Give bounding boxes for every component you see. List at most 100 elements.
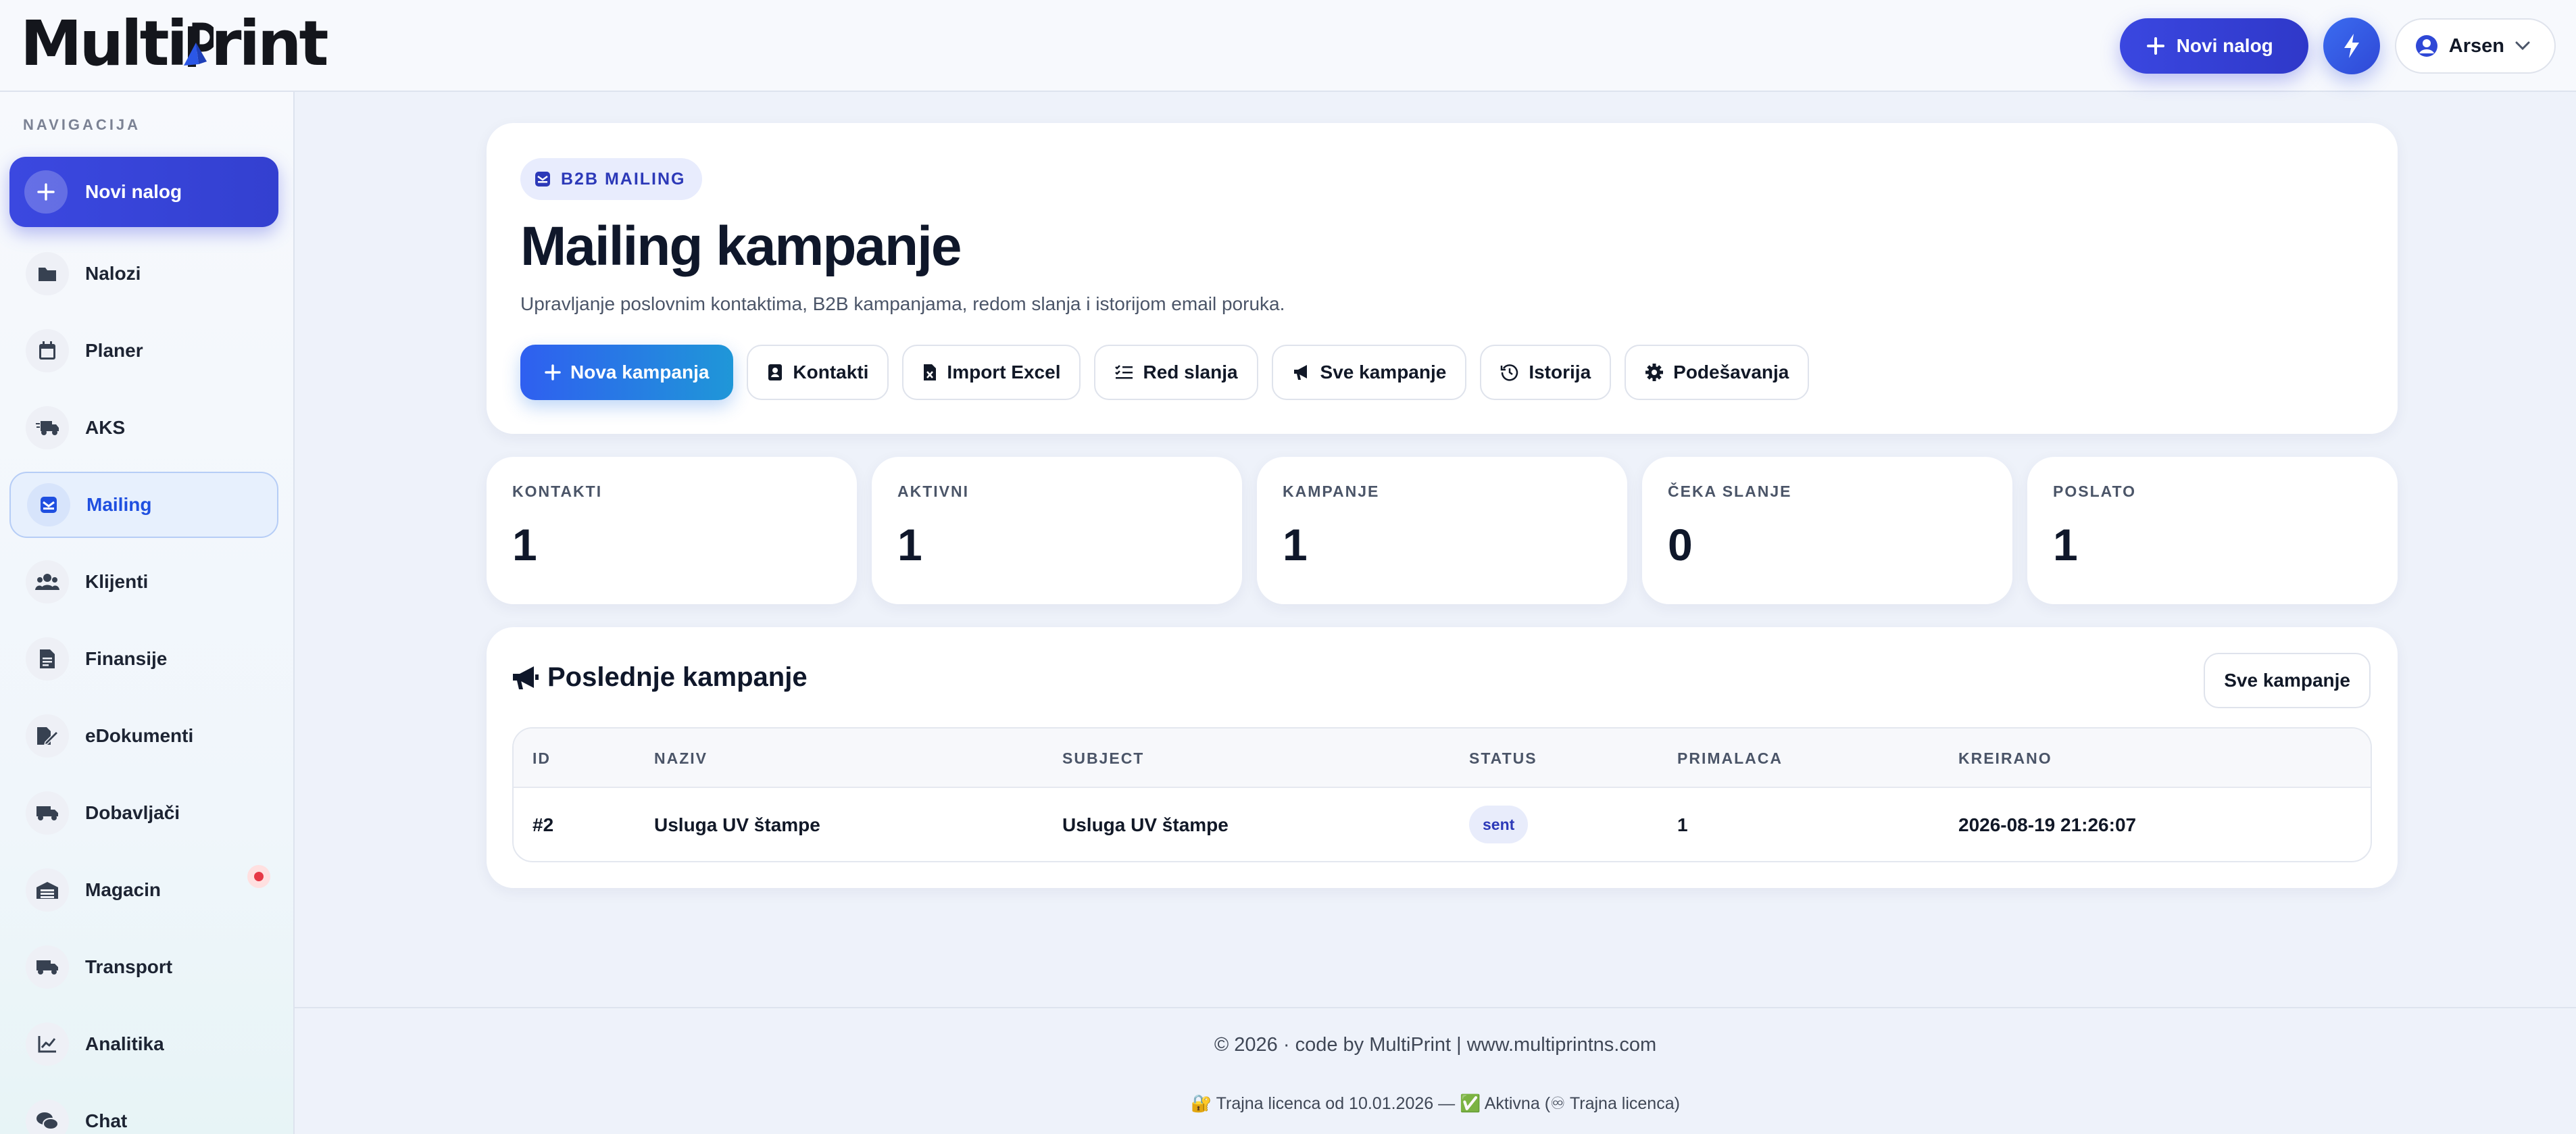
recent-campaigns-title: Poslednje kampanje xyxy=(511,662,808,693)
user-name: Arsen xyxy=(2448,34,2504,57)
sidebar-item-edokumenti[interactable]: eDokumenti xyxy=(9,703,278,769)
sidebar-item-dobavljaci[interactable]: Dobavljači xyxy=(9,780,278,846)
import-excel-button[interactable]: Import Excel xyxy=(902,345,1081,400)
sidebar-item-aks[interactable]: AKS xyxy=(9,395,278,461)
quick-action-button[interactable] xyxy=(2323,18,2380,74)
plus-icon xyxy=(2146,37,2164,55)
stat-value: 0 xyxy=(1668,520,1693,570)
footer-copyright: © 2026 · code by MultiPrint | www.multip… xyxy=(1214,1034,1657,1056)
warehouse-icon xyxy=(26,868,69,912)
stat-label: KAMPANJE xyxy=(1283,483,1380,500)
history-button[interactable]: Istorija xyxy=(1480,345,1612,400)
sidebar-new-order-button[interactable]: Novi nalog xyxy=(9,157,278,227)
sidebar-item-analitika[interactable]: Analitika xyxy=(9,1011,278,1077)
sidebar-item-label: Analitika xyxy=(85,1033,164,1054)
sidebar-section-title: NAVIGACIJA xyxy=(23,116,141,133)
sidebar-item-nalozi[interactable]: Nalozi xyxy=(9,241,278,307)
page-title: Mailing kampanje xyxy=(520,216,962,277)
mail-bulk-icon xyxy=(535,172,550,187)
status-badge: sent xyxy=(1469,806,1529,843)
sidebar-item-finansije[interactable]: Finansije xyxy=(9,626,278,692)
file-signature-icon xyxy=(26,714,69,758)
gear-icon xyxy=(1645,364,1664,381)
stat-value: 1 xyxy=(897,520,922,570)
settings-button[interactable]: Podešavanja xyxy=(1625,345,1810,400)
stat-card-active: AKTIVNI 1 xyxy=(872,457,1242,604)
folder-icon xyxy=(26,252,69,295)
line-chart-icon xyxy=(26,1022,69,1066)
invoice-icon xyxy=(26,637,69,681)
column-header-name: NAZIV xyxy=(654,749,708,767)
cell-subject: Usluga UV štampe xyxy=(1062,814,1229,835)
column-header-created: KREIRANO xyxy=(1958,749,2052,767)
all-campaigns-button[interactable]: Sve kampanje xyxy=(1271,345,1467,400)
stat-label: AKTIVNI xyxy=(897,483,969,500)
hero-card: B2B MAILING Mailing kampanje Upravljanje… xyxy=(487,123,2398,434)
table-header: ID NAZIV SUBJECT STATUS PRIMALACA KREIRA… xyxy=(514,729,2371,788)
bolt-icon xyxy=(2344,34,2359,58)
recent-campaigns-title-text: Poslednje kampanje xyxy=(547,662,808,692)
chat-icon xyxy=(26,1100,69,1134)
mail-bulk-icon xyxy=(27,483,70,526)
sidebar-item-klijenti[interactable]: Klijenti xyxy=(9,549,278,615)
logo-mark-icon xyxy=(184,22,214,67)
sidebar-item-magacin[interactable]: Magacin xyxy=(9,857,278,923)
calendar-icon xyxy=(26,329,69,372)
truck-icon xyxy=(26,945,69,989)
truck-fast-icon xyxy=(26,406,69,449)
sidebar-item-label: Magacin xyxy=(85,879,162,900)
cell-name: Usluga UV štampe xyxy=(654,814,820,835)
user-menu-button[interactable]: Arsen xyxy=(2394,18,2556,74)
stat-card-contacts: KONTAKTI 1 xyxy=(487,457,857,604)
section-badge: B2B MAILING xyxy=(520,158,702,200)
plus-icon xyxy=(545,364,561,380)
recent-all-campaigns-button[interactable]: Sve kampanje xyxy=(2204,653,2371,708)
column-header-recipients: PRIMALACA xyxy=(1677,749,1783,767)
sidebar-item-label: AKS xyxy=(85,417,126,438)
page-footer: © 2026 · code by MultiPrint | www.multip… xyxy=(295,1007,2576,1134)
file-excel-icon xyxy=(924,364,937,380)
history-label: Istorija xyxy=(1529,362,1591,383)
cell-created: 2026-08-19 21:26:07 xyxy=(1958,814,2137,835)
settings-label: Podešavanja xyxy=(1673,362,1789,383)
plus-icon xyxy=(24,170,68,214)
new-campaign-button[interactable]: Nova kampanja xyxy=(520,345,734,400)
sidebar-item-label: Transport xyxy=(85,956,173,977)
contacts-label: Kontakti xyxy=(793,362,869,383)
logo-text-left: Multi xyxy=(20,7,188,80)
notification-dot xyxy=(247,865,270,888)
sidebar-item-chat[interactable]: Chat xyxy=(9,1088,278,1134)
logo-text-right: rint xyxy=(211,7,328,80)
sidebar: NAVIGACIJA Novi nalog Nalozi Planer AKS … xyxy=(0,92,295,1134)
header-new-order-button[interactable]: Novi nalog xyxy=(2119,18,2308,74)
stat-card-campaigns: KAMPANJE 1 xyxy=(1257,457,1627,604)
megaphone-icon xyxy=(513,666,539,689)
all-campaigns-label: Sve kampanje xyxy=(1320,362,1447,383)
sidebar-item-transport[interactable]: Transport xyxy=(9,934,278,1000)
sidebar-item-mailing[interactable]: Mailing xyxy=(9,472,278,538)
sidebar-item-label: Finansije xyxy=(85,648,168,669)
user-circle-icon xyxy=(2415,35,2437,57)
top-header: Multi rint Novi nalog Arsen xyxy=(0,0,2576,92)
sidebar-item-planer[interactable]: Planer xyxy=(9,318,278,384)
stat-value: 1 xyxy=(2053,520,2078,570)
sidebar-item-label: Nalozi xyxy=(85,263,141,284)
megaphone-icon xyxy=(1293,365,1307,380)
queue-button[interactable]: Red slanja xyxy=(1094,345,1258,400)
sidebar-item-label: Chat xyxy=(85,1110,128,1131)
stat-label: POSLATO xyxy=(2053,483,2137,500)
chevron-down-icon xyxy=(2515,41,2530,51)
queue-label: Red slanja xyxy=(1143,362,1238,383)
stat-label: ČEKA SLANJE xyxy=(1668,483,1792,500)
column-header-status: STATUS xyxy=(1469,749,1537,767)
sidebar-item-label: Mailing xyxy=(86,494,152,515)
column-header-subject: SUBJECT xyxy=(1062,749,1145,767)
new-campaign-label: Nova kampanja xyxy=(570,362,710,383)
header-new-order-label: Novi nalog xyxy=(2176,35,2273,56)
column-header-id: ID xyxy=(532,749,551,767)
app-logo[interactable]: Multi rint xyxy=(20,7,329,80)
recent-campaigns-card: Poslednje kampanje Sve kampanje ID NAZIV… xyxy=(487,627,2398,888)
contacts-button[interactable]: Kontakti xyxy=(747,345,889,400)
hero-toolbar: Nova kampanja Kontakti Import Excel Red … xyxy=(520,345,1810,400)
sidebar-item-label: Klijenti xyxy=(85,571,149,592)
